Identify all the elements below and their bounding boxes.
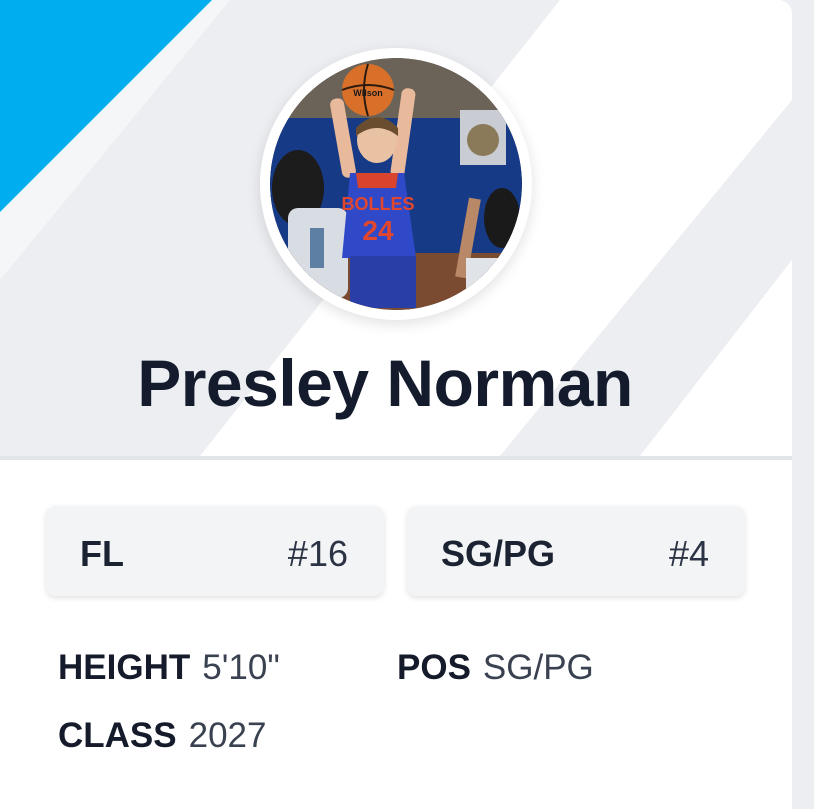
attribute-position: POS SG/PG [397, 648, 594, 688]
team-chip-number: #16 [287, 533, 348, 574]
svg-text:24: 24 [362, 215, 394, 246]
team-chip-position[interactable]: SG/PG #4 [407, 506, 745, 596]
team-chip-state[interactable]: FL #16 [46, 506, 384, 596]
attribute-class: CLASS 2027 [58, 716, 267, 756]
team-chip-number: #4 [668, 533, 709, 574]
svg-text:BOLLES: BOLLES [341, 194, 414, 214]
hero-divider [0, 456, 792, 460]
svg-text:Wilson: Wilson [353, 88, 382, 98]
player-name: Presley Norman [137, 346, 633, 420]
attribute-label: CLASS [58, 716, 177, 755]
attribute-label: HEIGHT [58, 648, 191, 687]
attribute-value: SG/PG [482, 648, 594, 687]
player-card: BOLLES 24 Wilson Presley Norman FL #16 S… [0, 0, 792, 809]
team-chip-label: SG/PG [441, 533, 556, 574]
page-edge [792, 0, 814, 809]
attribute-height: HEIGHT 5'10" [58, 648, 280, 688]
player-avatar[interactable]: BOLLES 24 Wilson [260, 48, 532, 320]
player-photo: BOLLES 24 Wilson [270, 58, 522, 310]
team-chip-label: FL [80, 533, 124, 574]
attribute-value: 2027 [188, 716, 267, 755]
attribute-label: POS [397, 648, 471, 687]
attribute-value: 5'10" [202, 648, 280, 687]
